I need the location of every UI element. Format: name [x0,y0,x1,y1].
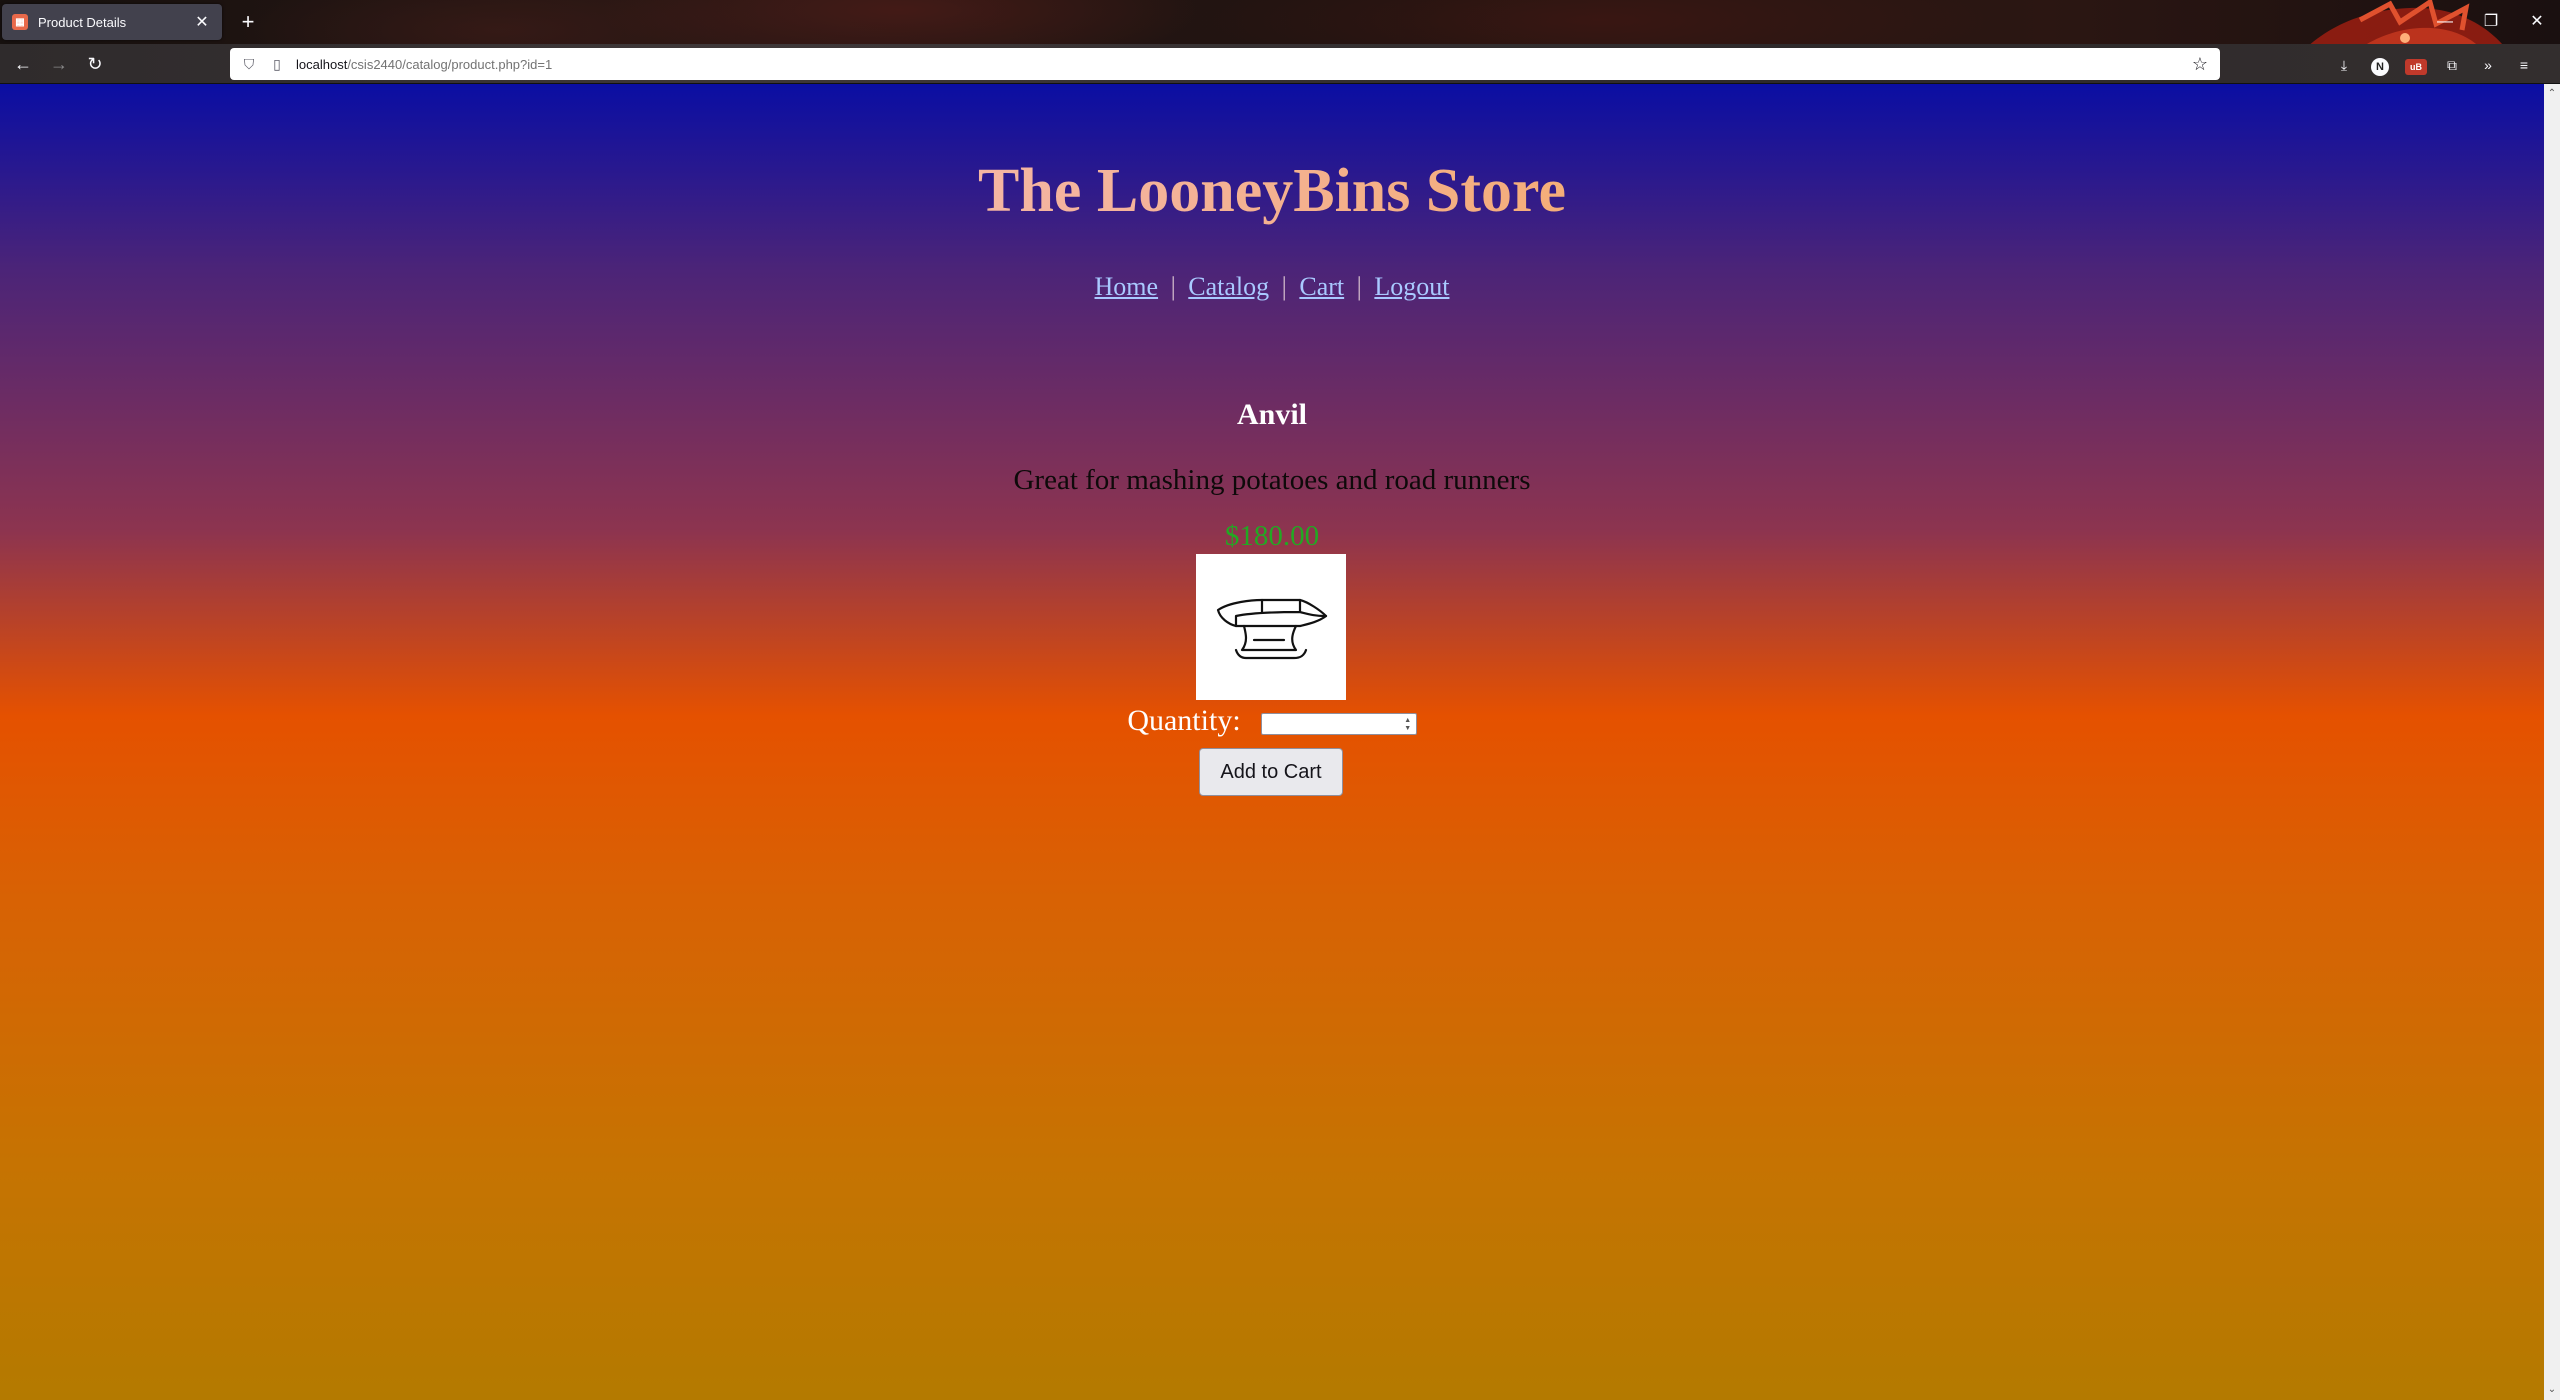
quantity-row: Quantity: ▲ ▼ [0,704,2544,738]
bookmark-star-icon[interactable]: ☆ [2190,54,2210,75]
scroll-down-icon[interactable]: ⌄ [2544,1382,2560,1398]
restore-button[interactable]: ❐ [2468,0,2514,44]
extensions-puzzle-icon[interactable]: ⧉ [2438,52,2466,78]
toolbar-extensions: ⤓ N uB ⧉ » ≡ [2330,52,2538,78]
menu-hamburger-icon[interactable]: ≡ [2510,52,2538,78]
tab-product-details[interactable]: ▦ Product Details ✕ [2,4,222,40]
site-nav: Home | Catalog | Cart | Logout [0,272,2544,302]
site-title: The LooneyBins Store [0,156,2544,227]
page-info-icon[interactable]: ▯ [268,55,286,73]
product-price: $180.00 [1224,520,1320,552]
back-icon[interactable]: ← [8,50,38,78]
nav-link-catalog[interactable]: Catalog [1188,272,1269,301]
url-host: localhost [296,56,348,72]
account-icon[interactable]: N [2366,52,2394,78]
navigation-toolbar: ← → ↻ ⛉ ▯ localhost/csis2440/catalog/pro… [0,44,2560,84]
overflow-chevron-icon[interactable]: » [2474,52,2502,78]
window-controls: — ❐ ✕ [2422,0,2560,44]
quantity-input[interactable]: ▲ ▼ [1260,713,1417,735]
nav-link-home[interactable]: Home [1095,272,1159,301]
product-description: Great for mashing potatoes and road runn… [1013,464,1531,496]
nav-separator: | [1281,272,1287,301]
downloads-icon[interactable]: ⤓ [2330,52,2358,78]
product-image [1196,554,1346,700]
page-viewport: The LooneyBins Store Home | Catalog | Ca… [0,84,2544,1400]
quantity-label: Quantity: [1127,704,1241,737]
nav-separator: | [1356,272,1362,301]
nav-link-logout[interactable]: Logout [1374,272,1449,301]
favicon-icon: ▦ [12,14,28,30]
close-tab-icon[interactable]: ✕ [192,12,212,32]
product-name: Anvil [1236,398,1308,431]
minimize-button[interactable]: — [2422,0,2468,44]
nav-link-cart[interactable]: Cart [1299,272,1344,301]
anvil-icon [1216,598,1328,660]
new-tab-button[interactable]: + [234,8,262,36]
url-text[interactable]: localhost/csis2440/catalog/product.php?i… [296,57,552,72]
url-path: /csis2440/catalog/product.php?id=1 [347,56,553,72]
tab-strip: ▦ Product Details ✕ + — ❐ ✕ [0,0,2560,84]
url-bar[interactable]: ⛉ ▯ localhost/csis2440/catalog/product.p… [230,48,2220,80]
add-to-cart-button[interactable]: Add to Cart [1199,748,1343,796]
close-window-button[interactable]: ✕ [2514,0,2560,44]
tab-title: Product Details [38,14,127,30]
reload-icon[interactable]: ↻ [80,50,110,78]
extension-ublock-icon[interactable]: uB [2402,52,2430,78]
tracking-shield-icon[interactable]: ⛉ [240,55,258,73]
vertical-scrollbar[interactable]: ⌃ ⌄ [2544,84,2560,1400]
forward-icon[interactable]: → [44,50,74,78]
scroll-up-icon[interactable]: ⌃ [2544,86,2560,102]
quantity-spinner-icon[interactable]: ▲ ▼ [1402,716,1414,732]
nav-separator: | [1170,272,1176,301]
